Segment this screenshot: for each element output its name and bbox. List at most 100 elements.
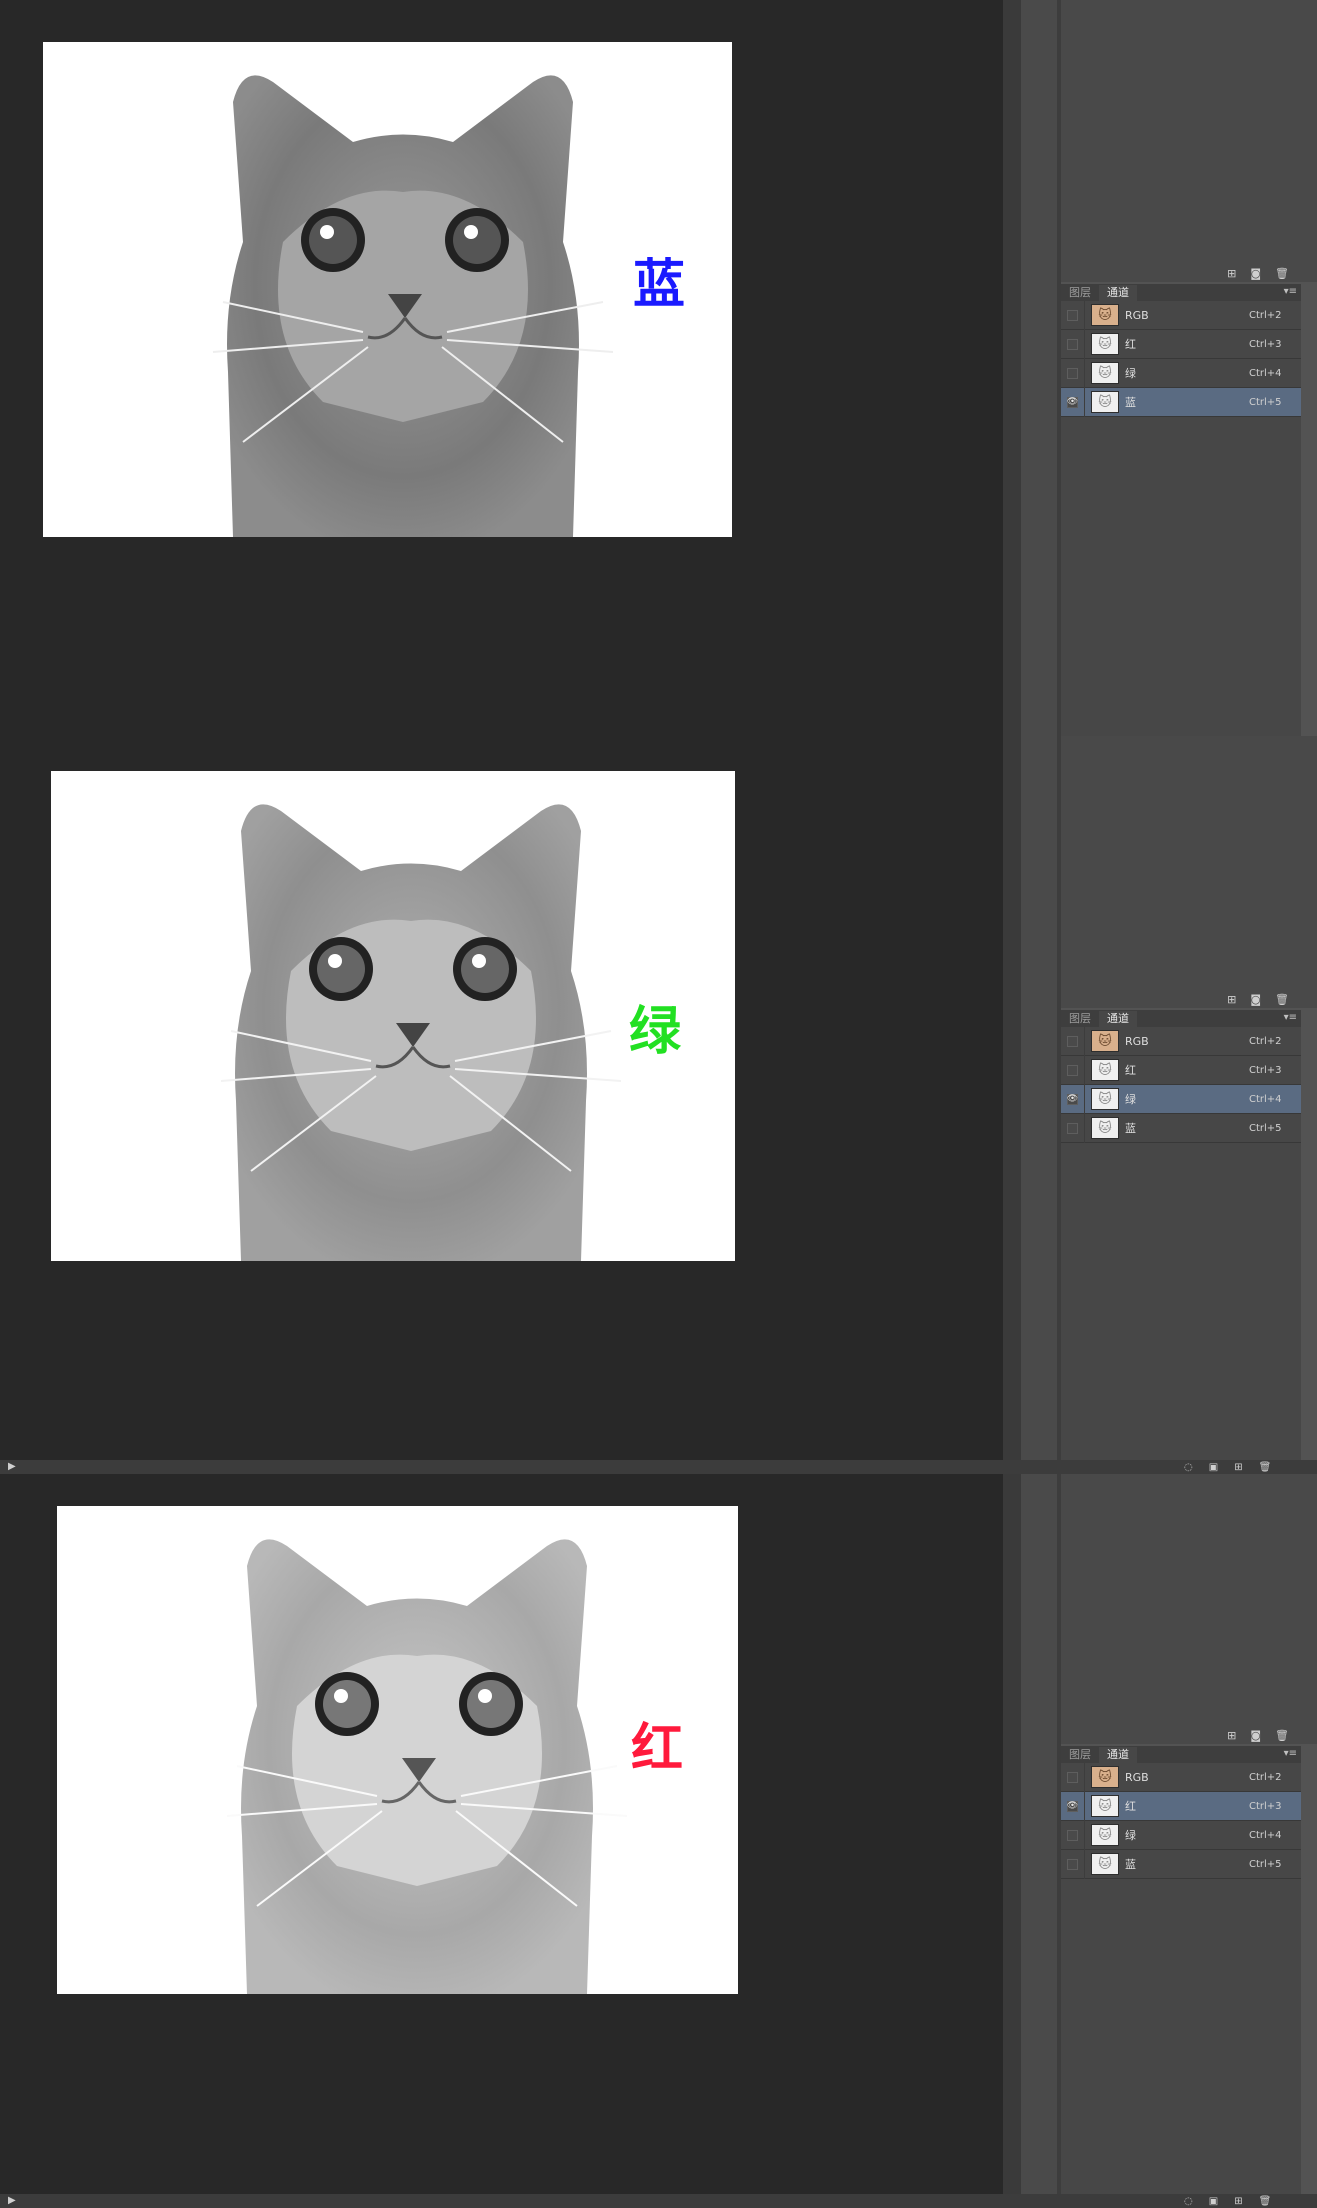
visibility-toggle[interactable] (1061, 329, 1085, 359)
channel-name: RGB (1125, 1770, 1149, 1784)
section-blue-channel: 蓝 ⊞ ◙ 🗑 图层 通道 ▾≡ 🐱 RGB Ctrl+2 � (0, 0, 1317, 736)
channel-name: 绿 (1125, 1829, 1136, 1842)
visibility-toggle[interactable] (1061, 1849, 1085, 1879)
channel-thumbnail: 🐱 (1091, 1117, 1119, 1139)
right-panel-column: ⊞ ◙ 🗑 图层 通道 ▾≡ 🐱 RGB Ctrl+2 🐱 红 Ctrl+3 (1061, 736, 1317, 1460)
channel-label-overlay: 红 (631, 1719, 684, 1779)
channel-shortcut: Ctrl+3 (1249, 1800, 1282, 1812)
play-icon[interactable]: ▶ (8, 2194, 18, 2208)
cat-photo: 蓝 (43, 42, 732, 537)
tab-layers[interactable]: 图层 (1061, 1011, 1099, 1027)
tab-channels[interactable]: 通道 (1099, 1747, 1137, 1763)
channel-row-rgb[interactable]: 🐱 RGB Ctrl+2 (1061, 300, 1301, 330)
load-selection-icon[interactable]: ◌ (1184, 2196, 1193, 2207)
play-icon[interactable]: ▶ (8, 1460, 18, 1474)
channel-row-rgb[interactable]: 🐱 RGB Ctrl+2 (1061, 1026, 1301, 1056)
delete-icon[interactable]: 🗑 (1275, 1728, 1289, 1744)
channel-label-overlay: 蓝 (633, 255, 686, 315)
upper-panel-area (1061, 1474, 1317, 1728)
channel-thumbnail: 🐱 (1091, 1824, 1119, 1846)
right-panel-column: ⊞ ◙ 🗑 图层 通道 ▾≡ 🐱 RGB Ctrl+2 👁 🐱 红 Ctrl+3 (1061, 1474, 1317, 2194)
channel-thumbnail: 🐱 (1091, 391, 1119, 413)
channel-name: 蓝 (1125, 1858, 1136, 1871)
panel-dock-strip (1003, 1474, 1021, 2194)
panel-tabs: 图层 通道 ▾≡ (1061, 1746, 1301, 1763)
delete-channel-icon[interactable]: 🗑 (1259, 2196, 1272, 2207)
channel-row-blue[interactable]: 🐱 蓝 Ctrl+5 (1061, 1113, 1301, 1143)
panel-collapse-column (1021, 0, 1057, 736)
delete-icon[interactable]: 🗑 (1275, 992, 1289, 1008)
camera-icon[interactable]: ◙ (1250, 266, 1261, 282)
document-canvas[interactable]: 绿 (0, 736, 1003, 1460)
load-selection-icon[interactable]: ◌ (1184, 1462, 1193, 1473)
tab-layers[interactable]: 图层 (1061, 1747, 1099, 1763)
channel-thumbnail: 🐱 (1091, 1795, 1119, 1817)
visibility-toggle[interactable] (1061, 1762, 1085, 1792)
channel-name: 蓝 (1125, 396, 1136, 409)
channel-thumbnail: 🐱 (1091, 1853, 1119, 1875)
visibility-toggle[interactable]: 👁 (1061, 1084, 1085, 1114)
channel-row-green[interactable]: 🐱 绿 Ctrl+4 (1061, 1820, 1301, 1850)
panel-dock-strip (1003, 0, 1021, 736)
new-group-icon[interactable]: ⊞ (1227, 1728, 1236, 1744)
panel-tabs: 图层 通道 ▾≡ (1061, 1010, 1301, 1027)
visibility-toggle[interactable] (1061, 300, 1085, 330)
tab-channels[interactable]: 通道 (1099, 285, 1137, 301)
channel-row-red[interactable]: 👁 🐱 红 Ctrl+3 (1061, 1791, 1301, 1821)
save-selection-icon[interactable]: ▣ (1209, 2196, 1218, 2207)
eye-icon (1067, 1035, 1078, 1047)
channel-row-red[interactable]: 🐱 红 Ctrl+3 (1061, 1055, 1301, 1085)
channel-row-green[interactable]: 👁 🐱 绿 Ctrl+4 (1061, 1084, 1301, 1114)
panel-menu-icon[interactable]: ▾≡ (1284, 284, 1297, 300)
panel-collapse-column (1021, 736, 1057, 1460)
camera-icon[interactable]: ◙ (1250, 1728, 1261, 1744)
upper-panel-area (1061, 0, 1317, 266)
panel-tabs: 图层 通道 ▾≡ (1061, 284, 1301, 301)
channel-name: RGB (1125, 1034, 1149, 1048)
upper-panel-footer: ⊞ ◙ 🗑 (1061, 1728, 1317, 1744)
channel-row-blue[interactable]: 👁 🐱 蓝 Ctrl+5 (1061, 387, 1301, 417)
channel-shortcut: Ctrl+3 (1249, 1064, 1282, 1076)
document-canvas[interactable]: 蓝 (0, 0, 1003, 736)
channel-row-rgb[interactable]: 🐱 RGB Ctrl+2 (1061, 1762, 1301, 1792)
channels-footer-icons: ◌ ▣ ⊞ 🗑 (1180, 2194, 1317, 2208)
section-red-channel: 红 ⊞ ◙ 🗑 图层 通道 ▾≡ 🐱 RGB Ctrl+2 👁 🐱 红 Ctrl… (0, 1474, 1317, 2194)
eye-icon (1067, 1064, 1078, 1076)
channel-row-green[interactable]: 🐱 绿 Ctrl+4 (1061, 358, 1301, 388)
camera-icon[interactable]: ◙ (1250, 992, 1261, 1008)
panel-collapse-column (1021, 1474, 1057, 2194)
visibility-toggle[interactable] (1061, 1113, 1085, 1143)
new-group-icon[interactable]: ⊞ (1227, 266, 1236, 282)
channel-row-blue[interactable]: 🐱 蓝 Ctrl+5 (1061, 1849, 1301, 1879)
delete-icon[interactable]: 🗑 (1275, 266, 1289, 282)
new-group-icon[interactable]: ⊞ (1227, 992, 1236, 1008)
channel-name: 绿 (1125, 367, 1136, 380)
channel-row-red[interactable]: 🐱 红 Ctrl+3 (1061, 329, 1301, 359)
channel-thumbnail: 🐱 (1091, 304, 1119, 326)
new-channel-icon[interactable]: ⊞ (1234, 1462, 1242, 1473)
visibility-toggle[interactable]: 👁 (1061, 1791, 1085, 1821)
status-bar: ▶ ◌ ▣ ⊞ 🗑 (0, 1460, 1317, 1474)
panel-menu-icon[interactable]: ▾≡ (1284, 1746, 1297, 1762)
visibility-toggle[interactable] (1061, 1026, 1085, 1056)
delete-channel-icon[interactable]: 🗑 (1259, 1462, 1272, 1473)
channel-thumbnail: 🐱 (1091, 1088, 1119, 1110)
tab-channels[interactable]: 通道 (1099, 1011, 1137, 1027)
visibility-toggle[interactable] (1061, 358, 1085, 388)
upper-panel-footer: ⊞ ◙ 🗑 (1061, 266, 1317, 282)
channel-label-overlay: 绿 (629, 1002, 682, 1062)
section-green-channel: 绿 ⊞ ◙ 🗑 图层 通道 ▾≡ 🐱 RGB Ctrl+2 � (0, 736, 1317, 1460)
channel-name: 红 (1125, 338, 1136, 351)
panel-menu-icon[interactable]: ▾≡ (1284, 1010, 1297, 1026)
document-canvas[interactable]: 红 (0, 1474, 1003, 2194)
visibility-toggle[interactable] (1061, 1820, 1085, 1850)
channel-thumbnail: 🐱 (1091, 362, 1119, 384)
eye-icon: 👁 (1066, 1800, 1079, 1812)
tab-layers[interactable]: 图层 (1061, 285, 1099, 301)
channel-thumbnail: 🐱 (1091, 1059, 1119, 1081)
save-selection-icon[interactable]: ▣ (1209, 1462, 1218, 1473)
channel-shortcut: Ctrl+5 (1249, 1122, 1282, 1134)
visibility-toggle[interactable]: 👁 (1061, 387, 1085, 417)
visibility-toggle[interactable] (1061, 1055, 1085, 1085)
new-channel-icon[interactable]: ⊞ (1234, 2196, 1242, 2207)
